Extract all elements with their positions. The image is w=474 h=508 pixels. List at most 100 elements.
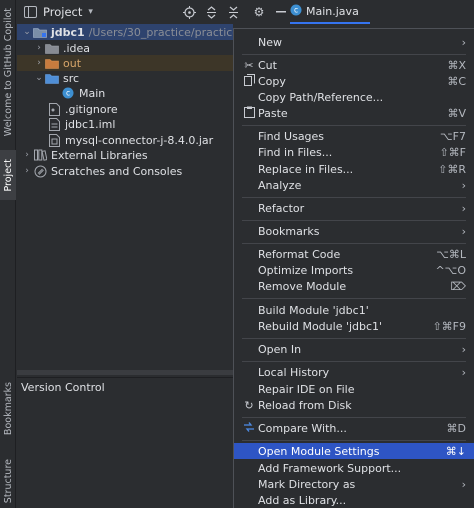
tree-row-jar[interactable]: mysql-connector-j-8.4.0.jar (17, 132, 233, 148)
java-class-icon: c (61, 87, 75, 100)
tree-item-label: .idea (63, 41, 91, 55)
svg-text:c: c (294, 5, 298, 14)
minimize-icon[interactable] (272, 3, 290, 21)
menu-item-rebuild-module[interactable]: Rebuild Module 'jdbc1' ⇧⌘F9 (234, 318, 474, 334)
menu-item-label: Repair IDE on File (258, 382, 355, 396)
menu-item-shortcut: ^⌥O (435, 263, 466, 277)
menu-item-copy[interactable]: Copy ⌘C (234, 73, 474, 89)
menu-item-label: Build Module 'jdbc1' (258, 303, 369, 317)
menu-item-optimize-imports[interactable]: Optimize Imports ^⌥O (234, 262, 474, 278)
tree-item-label: jdbc1.iml (65, 117, 116, 131)
copy-icon (242, 73, 256, 89)
menu-separator (242, 220, 466, 221)
menu-separator (242, 125, 466, 126)
tree-row-gitignore[interactable]: .gitignore (17, 101, 233, 117)
menu-item-label: Rebuild Module 'jdbc1' (258, 319, 383, 333)
menu-item-add-as-library[interactable]: Add as Library... (234, 492, 474, 508)
menu-item-remove-module[interactable]: Remove Module ⌦ (234, 278, 474, 294)
project-tab[interactable]: Project (0, 150, 16, 200)
structure-tab[interactable]: Structure (0, 456, 16, 506)
bookmarks-tab[interactable]: Bookmarks (0, 378, 16, 440)
menu-item-open-module-settings[interactable]: Open Module Settings ⌘↓ (234, 443, 474, 459)
chevron-right-icon[interactable]: › (33, 58, 45, 68)
menu-item-add-framework-support[interactable]: Add Framework Support... (234, 460, 474, 476)
tree-item-label: mysql-connector-j-8.4.0.jar (65, 133, 214, 147)
menu-item-find-usages[interactable]: Find Usages ⌥F7 (234, 128, 474, 144)
java-class-icon: c (290, 4, 302, 19)
chevron-right-icon: › (461, 35, 466, 49)
tree-item-label: out (63, 56, 82, 70)
menu-item-reformat-code[interactable]: Reformat Code ⌥⌘L (234, 246, 474, 262)
chevron-right-icon[interactable]: › (21, 150, 33, 160)
menu-separator (242, 54, 466, 55)
menu-item-shortcut: ⇧⌘F (439, 145, 466, 159)
iml-file-icon (47, 117, 61, 131)
menu-item-mark-directory-as[interactable]: Mark Directory as › (234, 476, 474, 492)
menu-separator (242, 338, 466, 339)
version-control-title[interactable]: Version Control (21, 381, 105, 394)
menu-item-shortcut: ⌘D (446, 421, 466, 435)
github-copilot-tab[interactable]: Welcome to GitHub Copilot (0, 8, 16, 136)
menu-item-repair-ide[interactable]: Repair IDE on File (234, 381, 474, 397)
project-view-title[interactable]: Project (43, 5, 82, 19)
crosshair-icon[interactable] (180, 3, 198, 21)
menu-item-analyze[interactable]: Analyze › (234, 177, 474, 193)
menu-separator (242, 417, 466, 418)
menu-item-compare-with[interactable]: Compare With... ⌘D (234, 420, 474, 436)
tree-row-main[interactable]: c Main (17, 85, 233, 101)
menu-item-label: Copy (258, 74, 286, 88)
editor-tab-main-java[interactable]: c Main.java (290, 0, 370, 24)
menu-item-label: Copy Path/Reference... (258, 90, 384, 104)
menu-item-label: Refactor (258, 201, 305, 215)
chevron-right-icon[interactable]: › (21, 166, 33, 176)
chevron-down-icon[interactable]: ⌄ (21, 27, 33, 37)
root-module-name: jdbc1 (51, 25, 85, 39)
tree-row-out[interactable]: › out (17, 55, 233, 71)
source-folder-icon (45, 72, 59, 85)
tree-item-label: src (63, 71, 80, 85)
chevron-right-icon[interactable]: › (33, 43, 45, 53)
menu-item-label: Open Module Settings (258, 444, 380, 458)
menu-item-label: Add as Library... (258, 493, 347, 507)
menu-item-label: Analyze (258, 178, 302, 192)
chevron-down-icon[interactable]: ▾ (88, 7, 93, 17)
divider (17, 377, 233, 378)
menu-item-cut[interactable]: ✂ Cut ⌘X (234, 57, 474, 73)
menu-item-shortcut: ⌘C (447, 74, 466, 88)
chevron-right-icon: › (461, 365, 466, 379)
menu-item-label: Local History (258, 365, 330, 379)
menu-item-label: Cut (258, 58, 277, 72)
collapse-all-icon[interactable] (224, 3, 242, 21)
menu-item-paste[interactable]: Paste ⌘V (234, 105, 474, 121)
tree-item-label: External Libraries (51, 148, 148, 162)
chevron-down-icon[interactable]: ⌄ (33, 73, 45, 83)
menu-item-replace-in-files[interactable]: Replace in Files... ⇧⌘R (234, 161, 474, 177)
tree-row-src[interactable]: ⌄ src (17, 70, 233, 86)
menu-item-find-in-files[interactable]: Find in Files... ⇧⌘F (234, 144, 474, 160)
tree-row-scratches[interactable]: › Scratches and Consoles (17, 163, 233, 179)
gear-icon[interactable]: ⚙ (250, 3, 268, 21)
menu-separator (242, 298, 466, 299)
tool-window-strip: Welcome to GitHub Copilot Project Bookma… (0, 0, 16, 508)
context-menu: New › ✂ Cut ⌘X Copy ⌘C Copy Path/Referen… (233, 28, 474, 508)
menu-item-build-module[interactable]: Build Module 'jdbc1' (234, 302, 474, 318)
horizontal-scrollbar[interactable] (17, 370, 233, 375)
chevron-right-icon: › (461, 201, 466, 215)
menu-item-local-history[interactable]: Local History › (234, 364, 474, 380)
tree-row-root[interactable]: ⌄ jdbc1 /Users/30_practice/practice_java… (17, 24, 233, 40)
menu-separator (242, 243, 466, 244)
menu-item-label: Find in Files... (258, 145, 333, 159)
menu-item-refactor[interactable]: Refactor › (234, 200, 474, 216)
gitignore-file-icon (47, 102, 61, 116)
menu-item-copy-path[interactable]: Copy Path/Reference... (234, 89, 474, 105)
tree-row-iml[interactable]: jdbc1.iml (17, 116, 233, 132)
menu-item-bookmarks[interactable]: Bookmarks › (234, 223, 474, 239)
menu-item-reload-from-disk[interactable]: ↻ Reload from Disk (234, 397, 474, 413)
tree-row-idea[interactable]: › .idea (17, 40, 233, 56)
menu-item-new[interactable]: New › (234, 34, 474, 50)
menu-item-open-in[interactable]: Open In › (234, 341, 474, 357)
scratches-icon (33, 165, 47, 178)
menu-item-shortcut: ⌘V (447, 106, 466, 120)
expand-all-icon[interactable] (202, 3, 220, 21)
tree-row-external-libraries[interactable]: › External Libraries (17, 147, 233, 163)
